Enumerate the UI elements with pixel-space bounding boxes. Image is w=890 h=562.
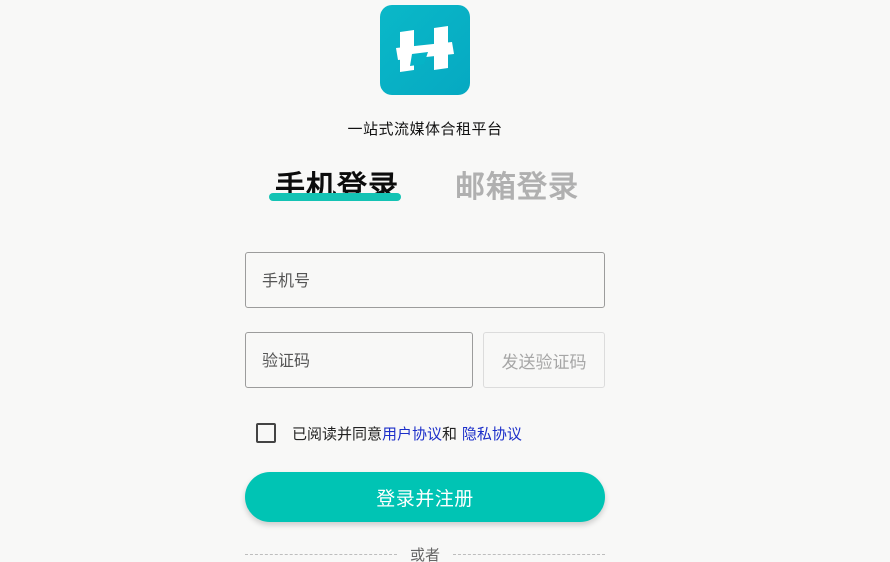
user-agreement-link[interactable]: 用户协议 — [382, 423, 442, 444]
login-page: 一站式流媒体合租平台 手机登录 邮箱登录 发送验证码 已阅读并同意用户协议和 隐… — [0, 0, 890, 562]
verification-code-input[interactable] — [245, 332, 473, 388]
login-register-button[interactable]: 登录并注册 — [245, 472, 605, 522]
agreement-row: 已阅读并同意 用户协议和 隐私协议 — [256, 422, 522, 444]
privacy-policy-link[interactable]: 隐私协议 — [462, 423, 522, 444]
divider-line-right — [453, 554, 605, 555]
and-text: 和 — [442, 424, 462, 443]
or-divider: 或者 — [245, 544, 605, 562]
tab-email-login[interactable]: 邮箱登录 — [455, 162, 579, 206]
h-letter-logo-icon — [396, 26, 454, 72]
send-code-button[interactable]: 发送验证码 — [483, 332, 605, 388]
agree-text: 已阅读并同意 — [292, 424, 383, 443]
phone-input[interactable] — [245, 252, 605, 308]
agree-checkbox[interactable] — [256, 423, 276, 443]
tagline: 一站式流媒体合租平台 — [347, 120, 503, 138]
active-tab-indicator — [269, 193, 401, 201]
app-logo — [380, 5, 470, 95]
divider-text: 或者 — [409, 546, 440, 562]
